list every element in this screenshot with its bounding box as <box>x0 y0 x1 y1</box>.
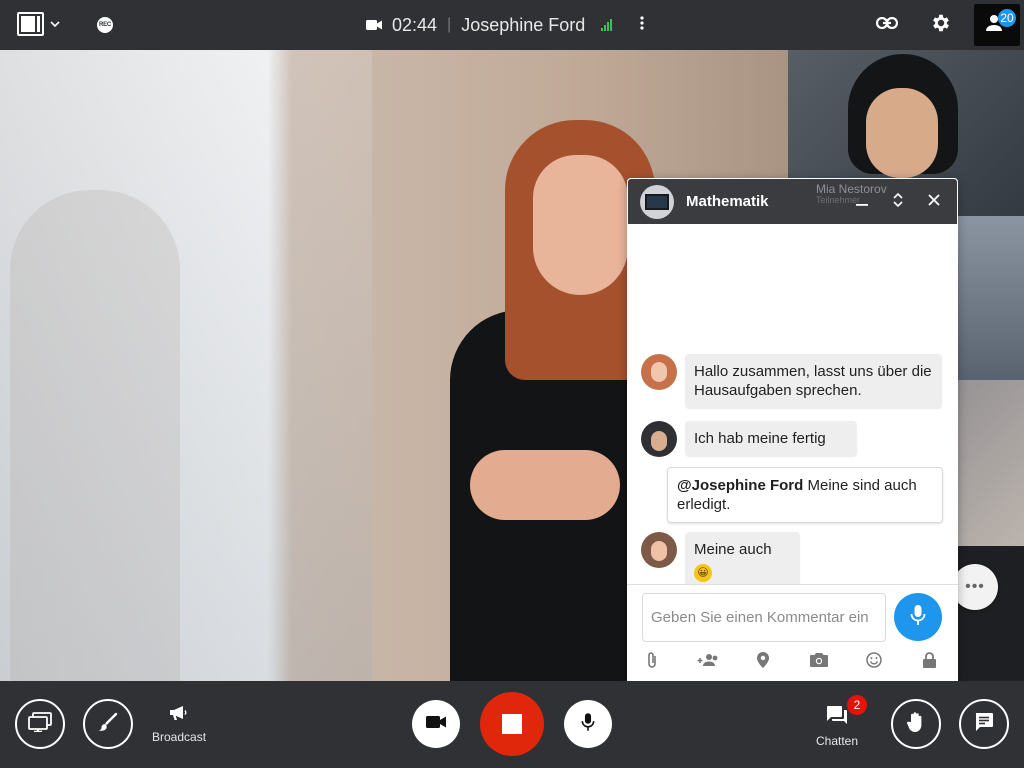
close-button[interactable] <box>919 187 949 217</box>
chat-window-controls <box>847 179 949 225</box>
message-text: Meine auch <box>694 541 772 558</box>
annotate-button[interactable] <box>83 699 133 749</box>
screen-share-icon <box>28 711 52 737</box>
record-icon[interactable]: REC <box>97 17 113 33</box>
broadcast-button[interactable]: Broadcast <box>152 705 206 744</box>
call-info: 02:44 | Josephine Ford <box>366 12 644 38</box>
chevron-down-icon <box>50 19 60 30</box>
brush-icon <box>98 712 118 737</box>
message-bubble: Hallo zusammen, lasst uns über die Hausa… <box>685 354 942 408</box>
bottom-bar: Broadcast 2 Chatten <box>0 681 1024 768</box>
more-participants-button[interactable]: ••• <box>952 564 998 610</box>
top-bar: REC 02:44 | Josephine Ford 20 <box>0 0 1024 50</box>
video-camera-icon <box>426 715 446 734</box>
avatar[interactable] <box>641 532 677 568</box>
signal-strength-icon <box>601 19 613 31</box>
composer-tools <box>641 651 941 673</box>
grinning-face-icon: 😀 <box>694 564 712 582</box>
unread-badge: 2 <box>847 695 868 715</box>
separator: | <box>447 16 452 33</box>
lock-button[interactable] <box>919 651 941 673</box>
presenter-arms <box>470 450 620 520</box>
list-item: @Josephine Ford Meine sind auch erledigt… <box>667 467 943 523</box>
chat-room-avatar <box>640 184 674 219</box>
voice-message-button[interactable] <box>894 593 942 641</box>
message-composer <box>627 584 958 681</box>
screen-share-button[interactable] <box>15 699 65 749</box>
list-item: Hallo zusammen, lasst uns über die Hausa… <box>641 354 942 408</box>
mention[interactable]: @Josephine Ford <box>677 477 803 494</box>
list-item: Ich hab meine fertig <box>641 421 857 457</box>
avatar[interactable] <box>641 354 677 390</box>
close-icon <box>928 193 940 211</box>
link-icon <box>875 16 899 34</box>
expand-icon <box>893 192 903 213</box>
broadcast-label: Broadcast <box>152 730 207 744</box>
emoji-button[interactable] <box>863 651 885 673</box>
chat-panel: Mathematik Mia Nestorov Teilnehmer Hallo… <box>627 178 958 681</box>
message-icon <box>974 712 994 737</box>
chat-bubbles-icon: 2 <box>825 695 868 728</box>
message-list[interactable]: Hallo zusammen, lasst uns über die Hausa… <box>627 224 958 590</box>
video-camera-icon <box>366 15 382 36</box>
gear-icon <box>930 12 952 39</box>
location-pin-icon <box>757 651 770 673</box>
settings-button[interactable] <box>914 0 968 50</box>
chat-toggle-button[interactable]: 2 Chatten <box>816 695 868 748</box>
expand-button[interactable] <box>883 187 913 217</box>
copy-link-button[interactable] <box>860 0 914 50</box>
raise-hand-button[interactable] <box>891 699 941 749</box>
message-bubble: Meine auch 😀 <box>685 532 800 590</box>
layout-icon <box>17 12 44 36</box>
presenter-face <box>533 155 628 295</box>
microphone-icon <box>581 711 595 738</box>
participant-face <box>866 88 938 178</box>
avatar[interactable] <box>641 421 677 457</box>
camera-button[interactable] <box>808 651 830 673</box>
lock-icon <box>923 651 937 673</box>
presenter-name: Josephine Ford <box>461 14 586 35</box>
hand-icon <box>906 711 926 738</box>
reflection-silhouette <box>10 190 180 681</box>
minimize-icon <box>856 193 868 211</box>
messages-button[interactable] <box>959 699 1009 749</box>
attach-button[interactable] <box>641 651 663 673</box>
message-bubble: Ich hab meine fertig <box>685 421 857 456</box>
more-vertical-icon[interactable] <box>640 16 644 34</box>
video-conference-app: REC 02:44 | Josephine Ford 20 ••• Mathem… <box>0 0 1024 768</box>
participants-button[interactable]: 20 <box>974 4 1020 46</box>
chat-label: Chatten <box>816 734 859 748</box>
comment-input[interactable] <box>642 593 886 642</box>
minimize-button[interactable] <box>847 187 877 217</box>
microphone-icon <box>910 604 926 631</box>
camera-toggle-button[interactable] <box>412 700 460 748</box>
location-button[interactable] <box>752 651 774 673</box>
add-group-button[interactable] <box>697 651 719 673</box>
top-bar-actions: 20 <box>860 0 1024 50</box>
record-label: REC <box>98 22 112 28</box>
monitor-icon <box>645 193 669 210</box>
chat-title: Mathematik <box>686 193 769 210</box>
reply-bubble: @Josephine Ford Meine sind auch erledigt… <box>667 467 943 523</box>
more-horizontal-icon: ••• <box>965 578 985 595</box>
chat-header[interactable]: Mathematik Mia Nestorov Teilnehmer <box>627 178 958 224</box>
participant-count-badge: 20 <box>998 9 1016 27</box>
list-item: Meine auch 😀 <box>641 532 800 590</box>
layout-switcher[interactable] <box>17 12 60 36</box>
emoji-icon <box>866 651 883 673</box>
camera-icon <box>809 652 828 672</box>
add-group-icon <box>697 653 719 672</box>
megaphone-icon <box>169 705 189 724</box>
call-timer: 02:44 <box>392 14 438 35</box>
stop-button[interactable] <box>480 692 544 756</box>
paperclip-icon <box>646 651 658 674</box>
stop-icon <box>502 714 522 734</box>
microphone-toggle-button[interactable] <box>564 700 612 748</box>
